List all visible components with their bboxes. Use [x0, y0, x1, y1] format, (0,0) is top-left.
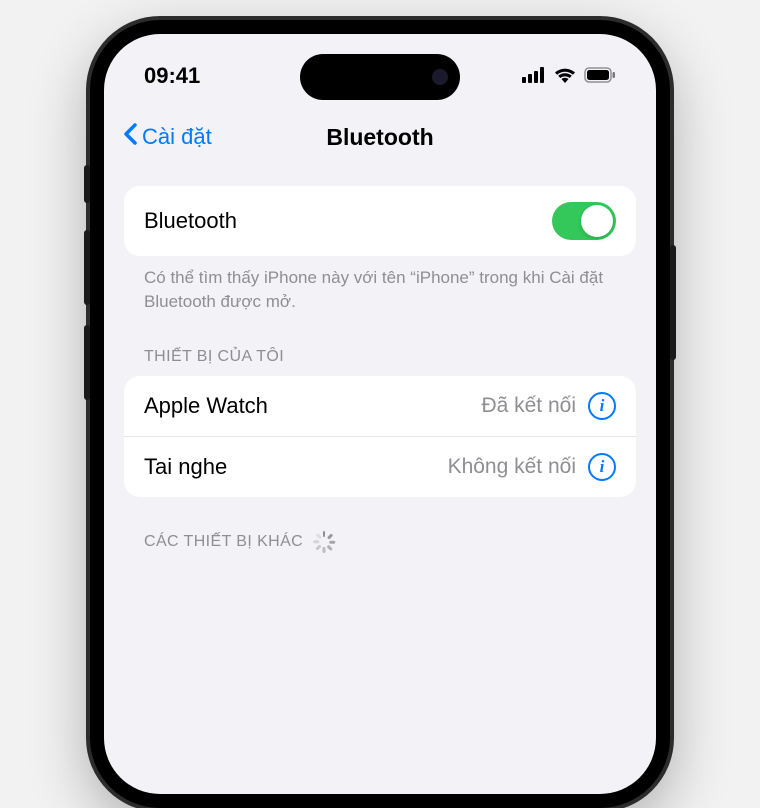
silent-switch	[84, 165, 90, 203]
volume-up-button	[84, 230, 90, 305]
spinner-icon	[313, 531, 335, 553]
wifi-icon	[554, 63, 576, 89]
device-name: Tai nghe	[144, 454, 227, 480]
bluetooth-label: Bluetooth	[144, 208, 237, 234]
bluetooth-toggle-row[interactable]: Bluetooth	[124, 186, 636, 256]
cellular-icon	[522, 63, 546, 89]
iphone-frame: 09:41	[90, 20, 670, 808]
bluetooth-toggle-group: Bluetooth	[124, 186, 636, 256]
chevron-left-icon	[122, 122, 138, 152]
side-button	[670, 245, 676, 360]
back-button[interactable]: Cài đặt	[122, 122, 212, 152]
toggle-knob	[581, 205, 613, 237]
screen: 09:41	[104, 34, 656, 794]
other-devices-header: CÁC THIẾT BỊ KHÁC	[124, 497, 636, 563]
nav-title: Bluetooth	[326, 124, 433, 151]
volume-down-button	[84, 325, 90, 400]
info-icon[interactable]: i	[588, 392, 616, 420]
discoverable-hint: Có thể tìm thấy iPhone này với tên “iPho…	[124, 256, 636, 314]
nav-bar: Cài đặt Bluetooth	[104, 94, 656, 166]
device-name: Apple Watch	[144, 393, 268, 419]
device-row-headphones[interactable]: Tai nghe Không kết nối i	[124, 436, 636, 497]
bluetooth-toggle[interactable]	[552, 202, 616, 240]
front-camera	[432, 69, 448, 85]
status-time: 09:41	[144, 63, 200, 89]
device-status: Không kết nối	[448, 455, 576, 479]
device-row-apple-watch[interactable]: Apple Watch Đã kết nối i	[124, 376, 636, 436]
my-devices-group: Apple Watch Đã kết nối i Tai nghe Không …	[124, 376, 636, 497]
back-label: Cài đặt	[142, 124, 212, 150]
device-status: Đã kết nối	[481, 394, 576, 418]
info-icon[interactable]: i	[588, 453, 616, 481]
battery-icon	[584, 63, 616, 89]
other-devices-label: CÁC THIẾT BỊ KHÁC	[144, 533, 303, 551]
my-devices-header: THIẾT BỊ CỦA TÔI	[124, 314, 636, 376]
